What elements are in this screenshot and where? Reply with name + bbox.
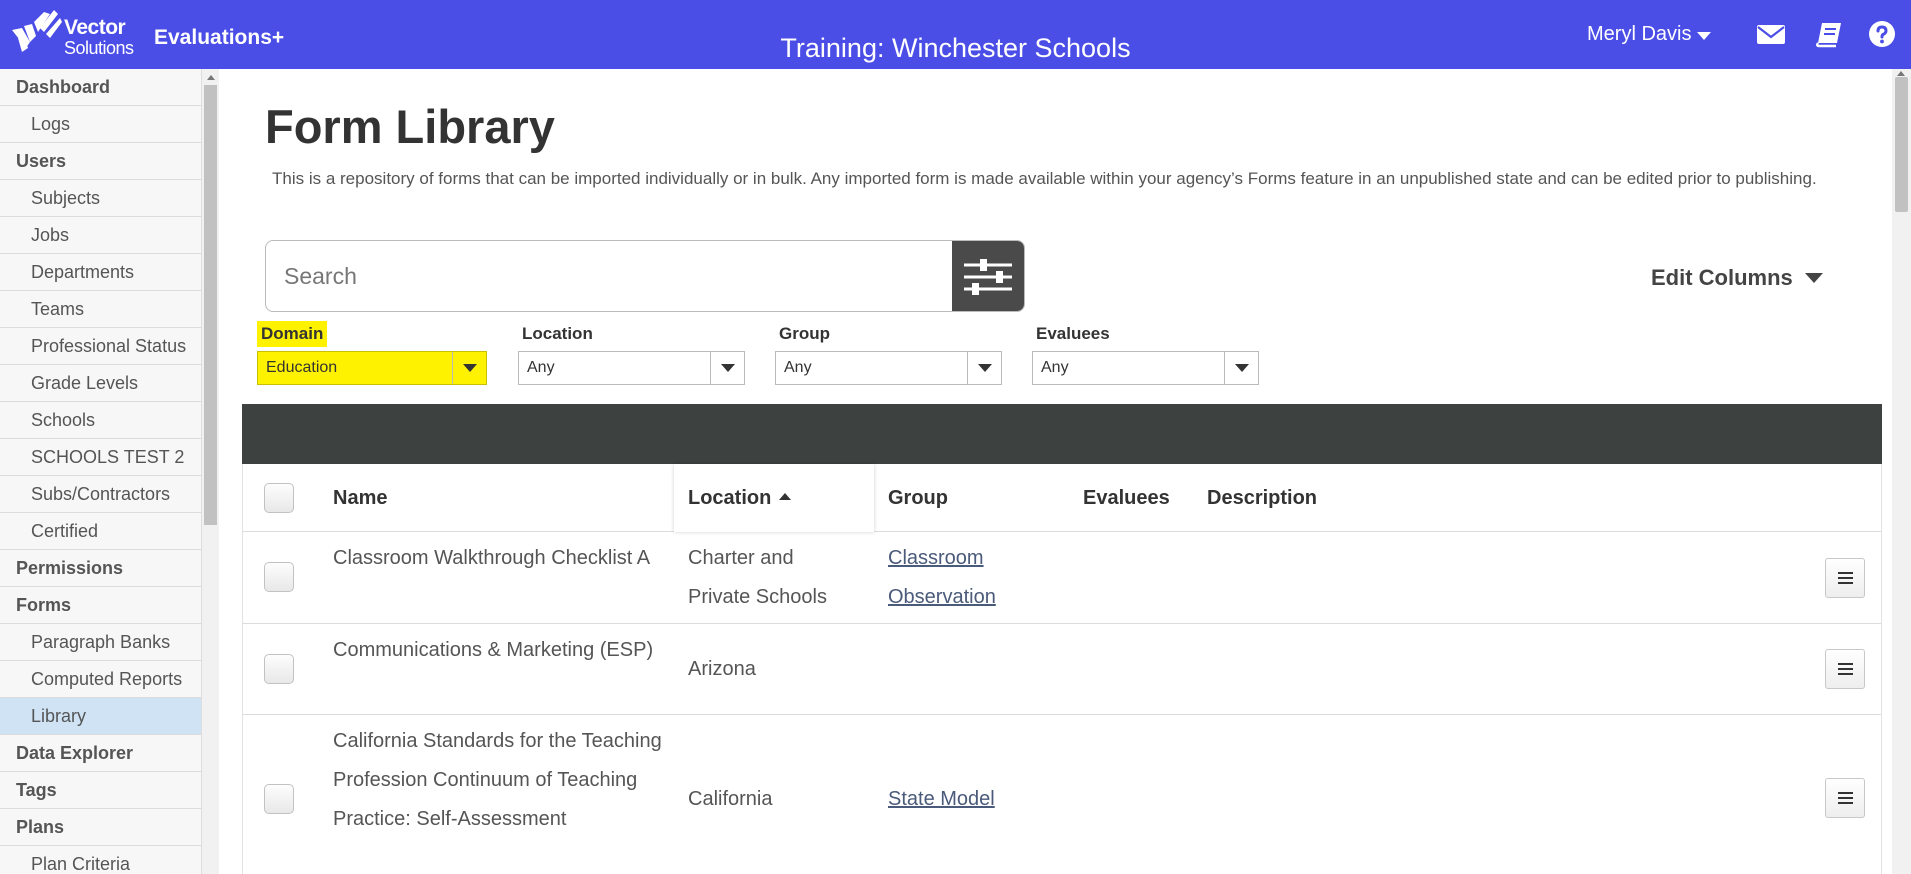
filter-location-value: Any (527, 359, 555, 376)
sidebar-item-forms[interactable]: Forms (0, 587, 201, 624)
user-name: Meryl Davis (1587, 23, 1692, 45)
filter-evaluees-select[interactable]: Any (1032, 351, 1259, 385)
sidebar-item-subs-contractors[interactable]: Subs/Contractors (0, 476, 201, 513)
cell-group: State Model (888, 780, 1038, 819)
row-checkbox[interactable] (264, 654, 294, 684)
search-input[interactable] (266, 241, 952, 311)
group-link[interactable]: Classroom Observation (888, 547, 996, 608)
filter-location-label: Location (522, 324, 593, 343)
cell-name[interactable]: Classroom Walkthrough Checklist A (333, 539, 663, 578)
sidebar-item-subjects[interactable]: Subjects (0, 180, 201, 217)
sidebar-item-data-explorer[interactable]: Data Explorer (0, 735, 201, 772)
sidebar-item-library[interactable]: Library (0, 698, 201, 735)
sidebar-item-grade-levels[interactable]: Grade Levels (0, 365, 201, 402)
cell-name[interactable]: California Standards for the Teaching Pr… (333, 722, 663, 839)
search-box (265, 240, 1025, 312)
sidebar-item-departments[interactable]: Departments (0, 254, 201, 291)
cell-location: Charter and Private Schools (688, 547, 827, 608)
row-menu-button[interactable] (1825, 558, 1865, 598)
filter-evaluees-value: Any (1041, 359, 1069, 376)
page-title: Form Library (265, 100, 555, 153)
scroll-up-arrow-icon[interactable] (1897, 71, 1905, 76)
filter-group: Group Any (775, 321, 1002, 385)
filter-group-select[interactable]: Any (775, 351, 1002, 385)
page-description: This is a repository of forms that can b… (272, 169, 1817, 188)
sidebar-item-schools-test-2[interactable]: SCHOOLS TEST 2 (0, 439, 201, 476)
dropdown-arrow-icon[interactable] (967, 352, 1001, 384)
select-all-checkbox[interactable] (264, 483, 294, 513)
table-row: Classroom Walkthrough Checklist A Charte… (243, 532, 1881, 624)
column-header-evaluees[interactable]: Evaluees (1083, 464, 1170, 532)
cell-location: Arizona (688, 658, 756, 680)
filter-group-value: Any (784, 359, 812, 376)
table-row: California Standards for the Teaching Pr… (243, 715, 1881, 874)
filter-toggle-button[interactable] (952, 241, 1024, 311)
main-scroll-thumb[interactable] (1895, 77, 1908, 212)
table-banner (242, 404, 1882, 464)
sidebar-item-professional-status[interactable]: Professional Status (0, 328, 201, 365)
sidebar-item-dashboard[interactable]: Dashboard (0, 69, 201, 106)
sliders-icon (964, 259, 1012, 295)
cell-name[interactable]: Communications & Marketing (ESP) (333, 631, 663, 670)
main-content: Form Library This is a repository of for… (219, 69, 1892, 874)
scroll-up-arrow-icon[interactable] (207, 75, 215, 80)
row-menu-button[interactable] (1825, 778, 1865, 818)
filter-domain-label: Domain (257, 321, 328, 347)
sidebar-item-plan-criteria[interactable]: Plan Criteria (0, 846, 201, 874)
sidebar-item-users[interactable]: Users (0, 143, 201, 180)
sidebar-item-schools[interactable]: Schools (0, 402, 201, 439)
filter-group-label: Group (779, 324, 830, 343)
row-menu-button[interactable] (1825, 649, 1865, 689)
sidebar-item-tags[interactable]: Tags (0, 772, 201, 809)
sidebar-item-certified[interactable]: Certified (0, 513, 201, 550)
sidebar-item-paragraph-banks[interactable]: Paragraph Banks (0, 624, 201, 661)
column-header-group[interactable]: Group (888, 464, 948, 532)
edit-columns-label: Edit Columns (1651, 265, 1793, 290)
user-menu[interactable]: Meryl Davis (1587, 23, 1712, 46)
table-row: Communications & Marketing (ESP) Arizona (243, 624, 1881, 715)
filter-domain-select[interactable]: Education (257, 351, 487, 385)
caret-down-icon (1804, 273, 1823, 283)
edit-columns-button[interactable]: Edit Columns (1651, 265, 1823, 291)
sidebar-item-plans[interactable]: Plans (0, 809, 201, 846)
book-icon[interactable] (1814, 20, 1844, 48)
sidebar-item-computed-reports[interactable]: Computed Reports (0, 661, 201, 698)
filter-location: Location Any (518, 321, 745, 385)
help-icon[interactable] (1868, 20, 1898, 48)
table-header-row: Name Location Group Evaluees Description (243, 464, 1881, 532)
filter-location-select[interactable]: Any (518, 351, 745, 385)
form-library-table: Name Location Group Evaluees Description… (242, 464, 1882, 874)
column-header-name[interactable]: Name (333, 464, 387, 532)
filter-evaluees-label: Evaluees (1036, 324, 1110, 343)
main-scrollbar[interactable] (1892, 69, 1911, 874)
column-header-location-label: Location (688, 487, 772, 509)
dropdown-arrow-icon[interactable] (1224, 352, 1258, 384)
filter-domain-value: Education (266, 359, 338, 376)
caret-down-icon (1697, 31, 1712, 40)
sidebar-item-jobs[interactable]: Jobs (0, 217, 201, 254)
sidebar-nav: Dashboard Logs Users Subjects Jobs Department… (0, 69, 202, 874)
sort-ascending-icon (779, 493, 792, 501)
row-checkbox[interactable] (264, 784, 294, 814)
cell-group: Classroom Observation (888, 539, 1038, 617)
sidebar-scrollbar[interactable] (202, 69, 219, 874)
column-header-location[interactable]: Location (674, 464, 874, 532)
top-bar: Vector Solutions Evaluations+ Training: … (0, 0, 1911, 69)
group-link[interactable]: State Model (888, 788, 995, 810)
dropdown-arrow-icon[interactable] (452, 352, 486, 384)
column-header-description[interactable]: Description (1207, 464, 1317, 532)
filter-evaluees: Evaluees Any (1032, 321, 1259, 385)
sidebar-item-permissions[interactable]: Permissions (0, 550, 201, 587)
sidebar-item-logs[interactable]: Logs (0, 106, 201, 143)
dropdown-arrow-icon[interactable] (710, 352, 744, 384)
row-checkbox[interactable] (264, 562, 294, 592)
cell-location: California (688, 788, 773, 810)
sidebar-scroll-thumb[interactable] (204, 85, 217, 525)
mail-icon[interactable] (1756, 20, 1786, 48)
sidebar-item-teams[interactable]: Teams (0, 291, 201, 328)
filter-domain: Domain Education (257, 321, 487, 385)
